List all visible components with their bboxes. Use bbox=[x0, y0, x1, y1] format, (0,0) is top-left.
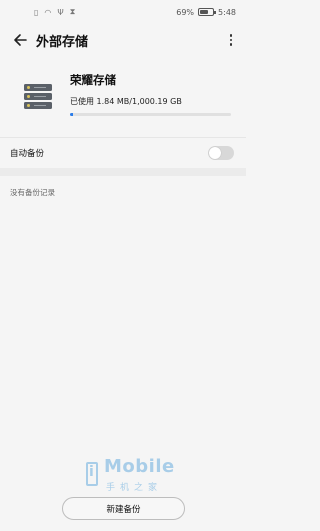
storage-name: 荣耀存储 bbox=[70, 73, 116, 87]
wifi-icon: ◠ bbox=[44, 7, 52, 17]
battery-percent: 69% bbox=[176, 7, 195, 17]
auto-backup-label: 自动备份 bbox=[10, 149, 45, 159]
arrow-left-icon bbox=[14, 34, 27, 46]
battery-icon bbox=[198, 8, 217, 16]
battery-level-fill bbox=[200, 10, 209, 14]
toggle-knob bbox=[209, 147, 221, 159]
page-title: 外部存储 bbox=[36, 34, 89, 50]
watermark-logo: i Mobile 手机之家 bbox=[86, 456, 186, 496]
back-button[interactable] bbox=[4, 24, 36, 56]
auto-backup-toggle[interactable] bbox=[208, 146, 234, 160]
storage-progress-bar bbox=[70, 113, 231, 116]
new-backup-button[interactable]: 新建备份 bbox=[62, 497, 185, 520]
storage-progress-fill bbox=[70, 113, 74, 116]
more-options-button[interactable] bbox=[222, 28, 240, 52]
status-icons: ▯ ◠ Ψ ⧗ bbox=[34, 7, 75, 17]
status-right: 69% 5:48 bbox=[176, 8, 236, 17]
app-bar: 外部存储 bbox=[0, 24, 246, 56]
storage-card: 荣耀存储 已使用 1.84 MB/1,000.19 GB bbox=[0, 64, 246, 128]
storage-used-text: 已使用 1.84 MB/1,000.19 GB bbox=[70, 97, 182, 106]
watermark-brand: Mobile bbox=[104, 456, 175, 477]
section-gap bbox=[0, 168, 246, 176]
no-backup-records-text: 没有备份记录 bbox=[10, 188, 55, 197]
sim-icon: ▯ bbox=[34, 7, 39, 17]
nas-drive-icon bbox=[24, 84, 52, 110]
status-time: 5:48 bbox=[218, 7, 236, 17]
usb-icon: Ψ bbox=[57, 7, 64, 17]
hourglass-icon: ⧗ bbox=[69, 7, 76, 16]
more-vertical-icon bbox=[229, 34, 233, 37]
auto-backup-row[interactable]: 自动备份 bbox=[0, 138, 246, 168]
watermark-sub: 手机之家 bbox=[106, 483, 163, 493]
status-bar: ▯ ◠ Ψ ⧗ 69% 5:48 bbox=[0, 0, 246, 24]
